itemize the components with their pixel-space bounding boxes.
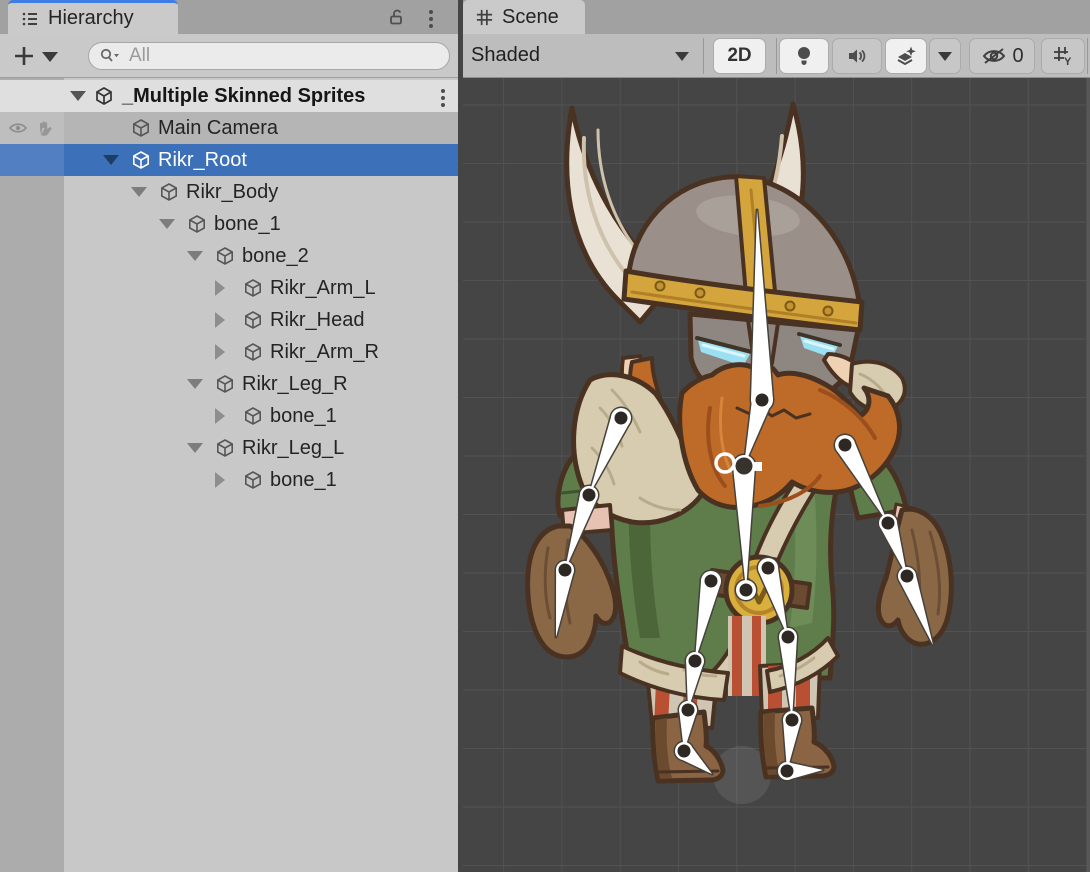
- row-label: Rikr_Root: [158, 144, 247, 176]
- row-label: bone_1: [214, 208, 281, 240]
- gameobject-cube-icon: [131, 150, 151, 170]
- scene-name-label: _Multiple Skinned Sprites: [122, 80, 365, 112]
- gameobject-cube-icon: [215, 246, 235, 266]
- chevron-down-icon: [675, 52, 689, 61]
- hierarchy-tree: _Multiple Skinned Sprites Main: [0, 78, 458, 872]
- tree-row-rikr-head[interactable]: Rikr_Head: [0, 304, 458, 336]
- tree-row-rikr-leg-r[interactable]: Rikr_Leg_R: [0, 368, 458, 400]
- row-label: Main Camera: [158, 112, 278, 144]
- effects-dropdown-button[interactable]: [929, 38, 961, 74]
- grid-visibility-button[interactable]: Y: [1041, 38, 1085, 74]
- row-label: bone_1: [270, 464, 337, 496]
- chevron-down-icon: [938, 52, 952, 61]
- row-label: Rikr_Leg_R: [242, 368, 348, 400]
- tree-row-bone1[interactable]: bone_1: [0, 208, 458, 240]
- row-label: Rikr_Arm_R: [270, 336, 379, 368]
- scene-visibility-button[interactable]: 0: [969, 38, 1035, 74]
- row-label: Rikr_Head: [270, 304, 364, 336]
- expand-caret-icon[interactable]: [187, 379, 203, 389]
- hierarchy-list-icon: [20, 9, 40, 29]
- unity-editor-window: Hierarchy: [0, 0, 1090, 872]
- scene-tab-label: Scene: [502, 6, 559, 29]
- expand-caret-icon[interactable]: [103, 155, 119, 165]
- scene-kebab-icon[interactable]: [440, 86, 446, 110]
- row-label: Rikr_Body: [186, 176, 278, 208]
- hierarchy-panel: Hierarchy: [0, 0, 458, 872]
- tab-hierarchy[interactable]: Hierarchy: [8, 0, 178, 34]
- effects-sparkle-icon: [894, 45, 918, 67]
- scene-header-row[interactable]: _Multiple Skinned Sprites: [0, 80, 458, 112]
- gameobject-cube-icon: [243, 278, 263, 298]
- grid-axis-icon: Y: [1051, 44, 1075, 68]
- search-icon: [99, 47, 121, 65]
- light-bulb-icon: [794, 45, 814, 67]
- gameobject-cube-icon: [243, 342, 263, 362]
- gameobject-cube-icon: [215, 438, 235, 458]
- scene-lighting-button[interactable]: [779, 38, 829, 74]
- expand-caret-icon[interactable]: [159, 219, 175, 229]
- gameobject-cube-icon: [243, 470, 263, 490]
- gizmo-square-handle[interactable]: [753, 462, 762, 471]
- hierarchy-menu-kebab-icon[interactable]: [428, 7, 434, 31]
- tree-row-leg-l-bone1[interactable]: bone_1: [0, 464, 458, 496]
- collapsed-caret-icon[interactable]: [215, 312, 225, 328]
- scene-toolbar: Shaded 2D: [463, 34, 1090, 78]
- row-label: Rikr_Arm_L: [270, 272, 376, 304]
- scene-grid-icon: [475, 8, 494, 27]
- tree-row-bone2[interactable]: bone_2: [0, 240, 458, 272]
- collapsed-caret-icon[interactable]: [215, 472, 225, 488]
- unity-scene-icon: [94, 86, 114, 106]
- visibility-eye-icon[interactable]: [8, 121, 28, 135]
- tree-row-rikr-leg-l[interactable]: Rikr_Leg_L: [0, 432, 458, 464]
- gameobject-cube-icon: [243, 310, 263, 330]
- expand-caret-icon[interactable]: [70, 91, 86, 101]
- row-label: bone_1: [270, 400, 337, 432]
- tree-row-rikr-body[interactable]: Rikr_Body: [0, 176, 458, 208]
- collapsed-caret-icon[interactable]: [215, 280, 225, 296]
- scene-effects-button[interactable]: [885, 38, 927, 74]
- tree-row-rikr-arm-l[interactable]: Rikr_Arm_L: [0, 272, 458, 304]
- expand-caret-icon[interactable]: [131, 187, 147, 197]
- tree-row-rikr-arm-r[interactable]: Rikr_Arm_R: [0, 336, 458, 368]
- gameobject-cube-icon: [243, 406, 263, 426]
- pickability-hand-icon[interactable]: [36, 120, 54, 137]
- hierarchy-search-field[interactable]: [88, 42, 450, 70]
- row-label: bone_2: [242, 240, 309, 272]
- draw-mode-label: Shaded: [471, 44, 540, 67]
- 2d-label: 2D: [727, 45, 751, 67]
- gameobject-cube-icon: [131, 118, 151, 138]
- toggle-2d-button[interactable]: 2D: [713, 38, 766, 74]
- scene-tab-bar: Scene: [463, 0, 1090, 34]
- draw-mode-dropdown[interactable]: Shaded: [463, 34, 703, 77]
- unlock-icon[interactable]: [386, 7, 406, 27]
- tab-scene[interactable]: Scene: [463, 0, 585, 34]
- collapsed-caret-icon[interactable]: [215, 408, 225, 424]
- tree-row-rikr-root[interactable]: Rikr_Root: [0, 144, 458, 176]
- scene-panel: Scene Shaded 2D: [463, 0, 1090, 872]
- hidden-count-label: 0: [1012, 45, 1023, 68]
- tree-row-leg-r-bone1[interactable]: bone_1: [0, 400, 458, 432]
- hierarchy-toolbar: [0, 34, 458, 78]
- tree-row-main-camera[interactable]: Main Camera: [0, 112, 458, 144]
- hierarchy-tab-bar: Hierarchy: [0, 0, 458, 34]
- expand-caret-icon[interactable]: [187, 443, 203, 453]
- grid-axis-letter: Y: [1064, 56, 1072, 68]
- gameobject-cube-icon: [215, 374, 235, 394]
- search-input[interactable]: [127, 44, 407, 68]
- add-gameobject-button[interactable]: [12, 44, 36, 68]
- scene-viewport[interactable]: [463, 78, 1090, 872]
- speaker-icon: [846, 46, 868, 66]
- scene-audio-button[interactable]: [832, 38, 882, 74]
- expand-caret-icon[interactable]: [187, 251, 203, 261]
- hierarchy-tab-label: Hierarchy: [48, 7, 134, 30]
- gameobject-cube-icon: [187, 214, 207, 234]
- gameobject-cube-icon: [159, 182, 179, 202]
- add-dropdown-caret-icon[interactable]: [42, 52, 58, 62]
- eye-slash-icon: [980, 45, 1008, 67]
- row-label: Rikr_Leg_L: [242, 432, 344, 464]
- collapsed-caret-icon[interactable]: [215, 344, 225, 360]
